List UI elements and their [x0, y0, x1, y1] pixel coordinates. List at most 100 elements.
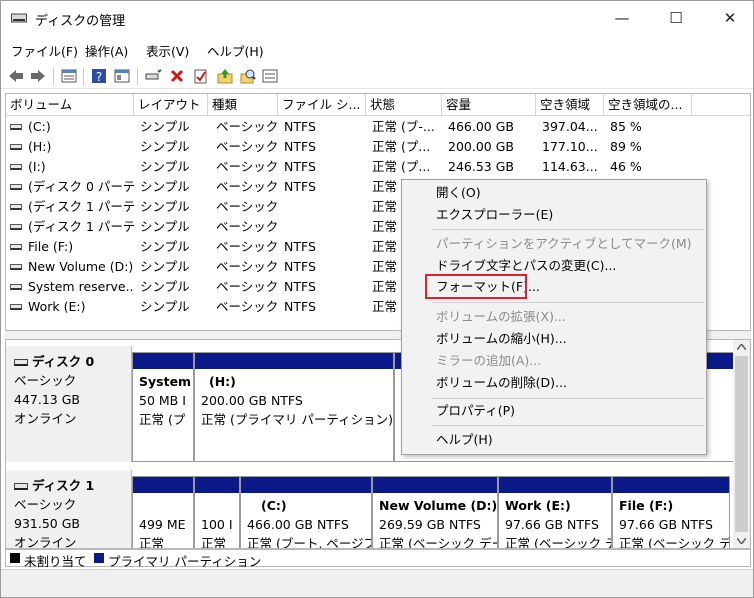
menu-change-drive-letter[interactable]: ドライブ文字とパスの変更(C)...	[436, 256, 616, 276]
volume-capacity: 200.00 GB	[448, 139, 514, 154]
partition-name: New Volume (D:)	[379, 498, 498, 513]
column-filesystem[interactable]: ファイル シ...	[278, 94, 366, 116]
delete-icon[interactable]	[167, 66, 187, 86]
volume-fs: NTFS	[284, 119, 316, 134]
volume-type: ベーシック	[216, 299, 278, 314]
partition-name: (C:)	[261, 498, 287, 513]
list-view-icon[interactable]	[59, 66, 79, 86]
column-status[interactable]: 状態	[366, 94, 442, 116]
partition-size: 97.66 GB NTFS	[619, 517, 713, 532]
search-icon[interactable]	[238, 66, 258, 86]
column-free-percent[interactable]: 空き領域の...	[604, 94, 692, 116]
properties-icon[interactable]	[112, 66, 132, 86]
menu-shrink-volume[interactable]: ボリュームの縮小(H)...	[436, 329, 567, 349]
volume-type: ベーシック	[216, 179, 278, 194]
scrollbar-thumb[interactable]	[735, 356, 748, 532]
disk-icon	[14, 483, 28, 490]
partition-size: 200.00 GB NTFS	[201, 393, 303, 408]
volume-layout: シンプル	[140, 259, 190, 274]
menu-action[interactable]: 操作(A)	[85, 41, 128, 60]
menu-explorer[interactable]: エクスプローラー(E)	[436, 205, 553, 225]
volume-free: 177.10...	[542, 139, 598, 154]
menu-add-mirror: ミラーの追加(A)...	[436, 353, 542, 368]
disk-name: ディスク 1	[32, 478, 95, 493]
partition-status: 正常 (プ	[139, 412, 186, 427]
partition-status: 正常 (プライマリ パーティション)	[201, 412, 393, 427]
partition-status: 正常 (ベーシック デ	[619, 536, 730, 549]
list-header: ボリューム レイアウト 種類 ファイル シ... 状態 容量 空き領域 空き領域…	[6, 94, 750, 116]
maximize-button[interactable]: ☐	[653, 1, 699, 35]
partition-c[interactable]: (C:) 466.00 GB NTFS 正常 (ブート, ページフ	[240, 476, 372, 548]
volume-name: (C:)	[28, 119, 51, 134]
partition-status: 正常	[201, 536, 227, 549]
vertical-scrollbar[interactable]	[733, 340, 750, 548]
disk-type: ベーシック	[14, 373, 77, 388]
volume-type: ベーシック	[216, 259, 278, 274]
menu-delete-volume[interactable]: ボリュームの削除(D)...	[436, 373, 567, 393]
volume-status: 正常 (ブ-...	[372, 119, 435, 134]
window-title: ディスクの管理	[35, 14, 126, 29]
check-icon[interactable]	[191, 66, 211, 86]
partition-size: 97.66 GB NTFS	[505, 517, 599, 532]
partition-h[interactable]: (H:) 200.00 GB NTFS 正常 (プライマリ パーティション)	[194, 352, 394, 462]
drive-icon	[10, 204, 22, 210]
menu-properties[interactable]: プロパティ(P)	[436, 401, 515, 421]
volume-row[interactable]: (H:) シンプル ベーシック NTFS 正常 (プ... 200.00 GB …	[6, 137, 750, 157]
volume-row[interactable]: (C:) シンプル ベーシック NTFS 正常 (ブ-... 466.00 GB…	[6, 117, 750, 137]
column-type[interactable]: 種類	[208, 94, 278, 116]
help-icon[interactable]: ?	[89, 66, 109, 86]
volume-type: ベーシック	[216, 119, 278, 134]
import-icon[interactable]	[215, 66, 235, 86]
scroll-up-icon[interactable]	[737, 344, 746, 350]
drive-icon	[10, 124, 22, 130]
minimize-button[interactable]: —	[599, 1, 645, 35]
volume-row[interactable]: (I:) シンプル ベーシック NTFS 正常 (プ... 246.53 GB …	[6, 157, 750, 177]
volume-name: (I:)	[28, 159, 46, 174]
volume-layout: シンプル	[140, 299, 190, 314]
partition-disk1-p2[interactable]: 100 I 正常	[194, 476, 240, 549]
partition-size: 499 ME	[139, 517, 186, 532]
connect-icon[interactable]	[143, 66, 163, 86]
drive-icon	[10, 164, 22, 170]
primary-swatch	[94, 553, 104, 563]
list-icon[interactable]	[260, 66, 280, 86]
partition-e[interactable]: Work (E:) 97.66 GB NTFS 正常 (ベーシック デ	[498, 476, 612, 548]
drive-icon	[10, 244, 22, 250]
menu-open[interactable]: 開く(O)	[436, 183, 481, 203]
partition-d[interactable]: New Volume (D:) 269.59 GB NTFS 正常 (ベーシック…	[372, 476, 498, 548]
drive-icon	[10, 304, 22, 310]
volume-layout: シンプル	[140, 119, 190, 134]
column-free-space[interactable]: 空き領域	[536, 94, 604, 116]
volume-fs: NTFS	[284, 259, 316, 274]
volume-layout: シンプル	[140, 179, 190, 194]
volume-fs: NTFS	[284, 299, 316, 314]
menu-file[interactable]: ファイル(F)	[11, 41, 78, 60]
partition-system-reserved[interactable]: System 50 MB I 正常 (プ	[132, 352, 194, 462]
scroll-down-icon[interactable]	[737, 538, 746, 544]
disk-0-info[interactable]: ディスク 0 ベーシック 447.13 GB オンライン	[6, 346, 132, 462]
disk-size: 447.13 GB	[14, 392, 80, 407]
disk-name: ディスク 0	[32, 354, 95, 369]
volume-type: ベーシック	[216, 199, 278, 214]
column-volume[interactable]: ボリューム	[6, 94, 134, 116]
close-button[interactable]: ✕	[707, 1, 753, 35]
volume-layout: シンプル	[140, 219, 190, 234]
menu-view[interactable]: 表示(V)	[146, 41, 189, 60]
menu-bar: ファイル(F) 操作(A) 表示(V) ヘルプ(H)	[1, 39, 753, 59]
back-arrow-icon[interactable]	[6, 66, 26, 86]
column-layout[interactable]: レイアウト	[134, 94, 208, 116]
disk-1-info[interactable]: ディスク 1 ベーシック 931.50 GB オンライン	[6, 470, 132, 548]
menu-help-item[interactable]: ヘルプ(H)	[436, 430, 493, 450]
partition-name: (H:)	[209, 374, 236, 389]
column-capacity[interactable]: 容量	[442, 94, 536, 116]
disk-type: ベーシック	[14, 497, 77, 512]
partition-size: 466.00 GB NTFS	[247, 517, 349, 532]
unallocated-swatch	[10, 553, 20, 563]
partition-f[interactable]: File (F:) 97.66 GB NTFS 正常 (ベーシック デ	[612, 476, 730, 549]
menu-help[interactable]: ヘルプ(H)	[207, 41, 264, 60]
partition-disk1-p1[interactable]: 499 ME 正常	[132, 476, 194, 548]
volume-type: ベーシック	[216, 219, 278, 234]
volume-type: ベーシック	[216, 239, 278, 254]
volume-free-percent: 89 %	[610, 139, 642, 154]
forward-arrow-icon[interactable]	[28, 66, 48, 86]
